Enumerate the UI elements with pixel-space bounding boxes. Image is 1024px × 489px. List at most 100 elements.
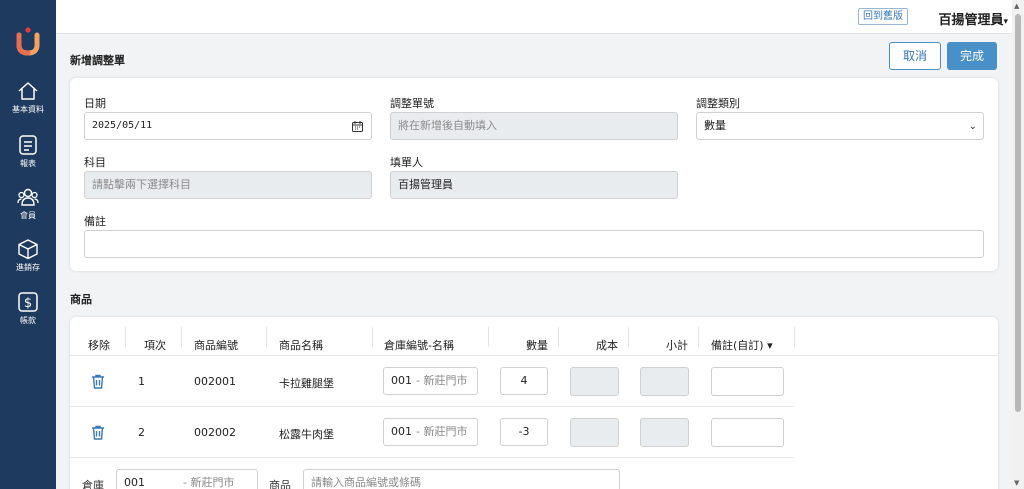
- scrollbar-thumb[interactable]: [1015, 14, 1021, 412]
- warehouse-code: 001: [391, 374, 412, 387]
- column-divider: [698, 327, 699, 347]
- column-divider: [266, 327, 267, 347]
- account-placeholder: 請點擊兩下選擇科目: [92, 178, 191, 191]
- column-header-quantity: 數量: [526, 339, 548, 352]
- scroll-down-arrow-icon[interactable]: ▼: [1014, 479, 1019, 487]
- account-field[interactable]: 請點擊兩下選擇科目: [84, 171, 372, 199]
- trash-icon[interactable]: [91, 374, 105, 389]
- adjust-type-select[interactable]: 數量 ⌄: [696, 112, 984, 140]
- back-to-old-version-link[interactable]: 回到舊版: [858, 8, 908, 25]
- column-header-custom-note[interactable]: 備註(自訂) ▾: [711, 337, 773, 353]
- row-cost-field: [570, 367, 619, 396]
- adjust-type-value: 數量: [704, 119, 726, 132]
- sidebar-item-label: 基本資料: [12, 105, 44, 114]
- user-menu[interactable]: 百揚管理員▾: [938, 9, 1008, 28]
- column-header-remove: 移除: [88, 339, 110, 352]
- sidebar-item-basic-data[interactable]: 基本資料: [0, 80, 56, 115]
- creator-value: 百揚管理員: [398, 178, 453, 191]
- date-label: 日期: [84, 97, 106, 110]
- add-warehouse-input[interactable]: 001 - 新莊門市: [116, 469, 258, 489]
- note-label: 備註: [84, 215, 106, 228]
- row-note-input[interactable]: [711, 367, 784, 396]
- row-product-code: 002001: [194, 375, 236, 388]
- creator-label: 填單人: [390, 156, 423, 169]
- column-header-cost: 成本: [596, 339, 618, 352]
- column-divider: [488, 327, 489, 347]
- sidebar-item-inventory[interactable]: 進銷存: [0, 238, 56, 273]
- add-warehouse-label: 倉庫: [82, 479, 104, 489]
- chevron-down-icon: ▾: [1003, 17, 1008, 27]
- trash-icon[interactable]: [91, 425, 105, 440]
- date-value: 2025/05/11: [92, 120, 153, 131]
- doc-number-label: 調整單號: [390, 97, 434, 110]
- row-quantity-input[interactable]: 4: [500, 367, 548, 395]
- column-header-subtotal[interactable]: 小計: [666, 337, 688, 353]
- column-header-warehouse: 倉庫編號-名稱: [384, 339, 454, 352]
- sidebar-item-label: 會員: [20, 211, 36, 220]
- account-label: 科目: [84, 156, 106, 169]
- column-header-index: 項次: [144, 339, 166, 352]
- add-product-placeholder: 請輸入商品編號或條碼: [311, 476, 421, 489]
- row-product-name: 松露牛肉堡: [279, 428, 334, 441]
- sidebar-item-label: 進銷存: [16, 263, 40, 272]
- cancel-button[interactable]: 取消: [889, 42, 941, 70]
- svg-text:$: $: [24, 296, 32, 311]
- column-header-product-code: 商品編號: [194, 339, 238, 352]
- home-icon: [18, 82, 38, 100]
- row-product-code: 002002: [194, 426, 236, 439]
- table-header-border: [70, 355, 998, 356]
- sidebar-item-reports[interactable]: 報表: [0, 134, 56, 169]
- app-logo: [16, 27, 40, 56]
- row-index: 2: [138, 426, 145, 439]
- calendar-icon[interactable]: [352, 121, 363, 132]
- add-product-input[interactable]: 請輸入商品編號或條碼: [303, 469, 620, 489]
- column-divider: [558, 327, 559, 347]
- row-quantity-input[interactable]: -3: [500, 418, 548, 446]
- top-bar: 回到舊版 百揚管理員▾: [56, 0, 1012, 34]
- sidebar-item-accounts[interactable]: $ 帳款: [0, 291, 56, 326]
- date-input[interactable]: 2025/05/11: [84, 112, 372, 140]
- row-divider: [70, 406, 794, 407]
- column-header-product-name: 商品名稱: [279, 339, 323, 352]
- chevron-down-icon: ⌄: [968, 121, 977, 132]
- members-icon: [17, 188, 39, 206]
- adjust-type-label: 調整類別: [696, 97, 740, 110]
- sidebar-item-label: 帳款: [20, 316, 36, 325]
- user-name: 百揚管理員: [938, 13, 1004, 28]
- column-divider: [372, 327, 373, 347]
- row-divider: [70, 457, 794, 458]
- row-warehouse-input[interactable]: 001 - 新莊門市: [383, 418, 478, 446]
- row-subtotal-field: [640, 367, 689, 396]
- warehouse-name: - 新莊門市: [183, 476, 235, 489]
- page-title: 新增調整單: [70, 54, 125, 67]
- column-divider: [628, 327, 629, 347]
- row-note-input[interactable]: [711, 418, 784, 447]
- products-section-title: 商品: [70, 293, 92, 306]
- doc-number-field: 將在新增後自動填入: [390, 112, 678, 140]
- inventory-box-icon: [18, 239, 38, 260]
- warehouse-code: 001: [391, 425, 412, 438]
- warehouse-code: 001: [124, 476, 145, 489]
- creator-field: 百揚管理員: [390, 171, 678, 199]
- report-icon: [19, 135, 37, 155]
- scroll-up-arrow-icon[interactable]: ▲: [1014, 2, 1019, 10]
- done-button[interactable]: 完成: [947, 42, 997, 70]
- warehouse-name: - 新莊門市: [416, 374, 468, 387]
- sidebar: 基本資料 報表 會員 進銷存 $ 帳款: [0, 0, 56, 489]
- column-divider: [125, 327, 126, 347]
- warehouse-name: - 新莊門市: [416, 425, 468, 438]
- row-subtotal-field: [640, 418, 689, 447]
- dollar-icon: $: [18, 292, 38, 312]
- row-cost-field: [570, 418, 619, 447]
- row-warehouse-input[interactable]: 001 - 新莊門市: [383, 367, 478, 395]
- sidebar-item-members[interactable]: 會員: [0, 186, 56, 221]
- column-divider: [794, 327, 795, 347]
- sidebar-item-label: 報表: [20, 159, 36, 168]
- row-product-name: 卡拉雞腿堡: [279, 377, 334, 390]
- row-index: 1: [138, 375, 145, 388]
- column-divider: [181, 327, 182, 347]
- note-input[interactable]: [84, 230, 984, 258]
- page-scrollbar[interactable]: ▲ ▼: [1012, 0, 1024, 489]
- doc-number-placeholder: 將在新增後自動填入: [398, 119, 497, 132]
- add-product-label: 商品: [269, 479, 291, 489]
